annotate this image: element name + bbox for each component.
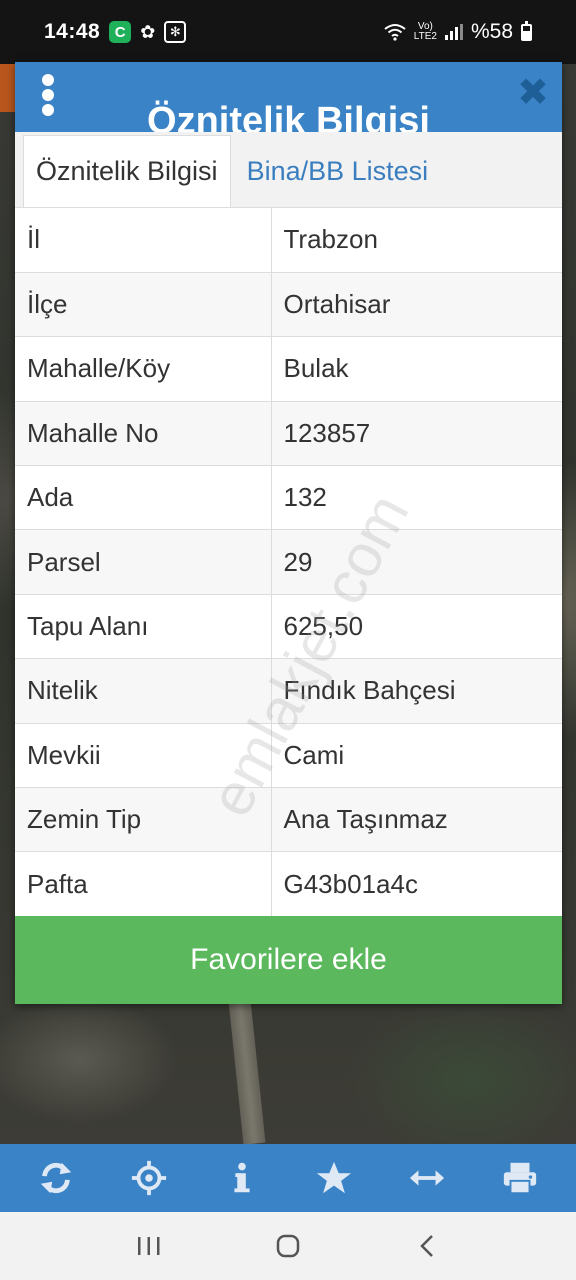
table-row: Mahalle No 123857 bbox=[15, 401, 562, 467]
attribute-key: Nitelik bbox=[15, 658, 272, 724]
info-icon bbox=[234, 1162, 250, 1193]
attribute-value: Trabzon bbox=[271, 208, 562, 273]
attribute-key: Mevkii bbox=[15, 723, 272, 789]
table-row: İlçe Ortahisar bbox=[15, 272, 562, 338]
back-button[interactable] bbox=[407, 1226, 447, 1266]
attribute-value: 29 bbox=[271, 529, 562, 595]
grid-notification-icon: ✻ bbox=[164, 21, 187, 43]
status-time: 14:48 bbox=[44, 20, 101, 43]
status-right: Vo) LTE2 %58 bbox=[384, 20, 532, 44]
app-notification-icon: C bbox=[109, 21, 132, 43]
dialog-title: Öznitelik Bilgisi bbox=[147, 100, 430, 132]
table-row: Pafta G43b01a4c bbox=[15, 851, 562, 917]
table-row: Zemin Tip Ana Taşınmaz bbox=[15, 787, 562, 853]
attribute-key: Zemin Tip bbox=[15, 787, 272, 853]
star-icon bbox=[317, 1161, 352, 1194]
close-icon[interactable]: ✖ bbox=[516, 74, 550, 112]
home-button[interactable] bbox=[268, 1226, 308, 1266]
add-to-favorites-button[interactable]: Favorilere ekle bbox=[15, 916, 562, 1004]
attribute-value: Cami bbox=[271, 723, 562, 789]
attribute-value: 123857 bbox=[271, 401, 562, 467]
dialog-header: Öznitelik Bilgisi ✖ bbox=[15, 62, 562, 132]
table-row: Tapu Alanı 625,50 bbox=[15, 594, 562, 660]
attribute-value: Ana Taşınmaz bbox=[271, 787, 562, 853]
attribute-key: Ada bbox=[15, 465, 272, 531]
signal-icon bbox=[444, 24, 463, 40]
print-icon bbox=[503, 1162, 536, 1195]
table-row: Parsel 29 bbox=[15, 529, 562, 595]
attribute-value: G43b01a4c bbox=[271, 851, 562, 917]
attribute-value: Ortahisar bbox=[271, 272, 562, 338]
recent-apps-button[interactable] bbox=[129, 1226, 169, 1266]
recent-apps-icon bbox=[138, 1237, 160, 1255]
table-row: Mahalle/Köy Bulak bbox=[15, 336, 562, 402]
attribute-key: İl bbox=[15, 208, 272, 273]
horizontal-arrows-icon bbox=[409, 1170, 445, 1186]
table-row: İl Trabzon bbox=[15, 208, 562, 273]
network-label: Vo) LTE2 bbox=[414, 22, 437, 42]
bottom-toolbar bbox=[0, 1144, 576, 1212]
attribute-key: Tapu Alanı bbox=[15, 594, 272, 660]
back-chevron-icon bbox=[419, 1235, 433, 1257]
attribute-key: İlçe bbox=[15, 272, 272, 338]
print-button[interactable] bbox=[498, 1156, 542, 1200]
table-row: Ada 132 bbox=[15, 465, 562, 531]
tab-bar: Öznitelik Bilgisi Bina/BB Listesi bbox=[15, 132, 562, 208]
wifi-icon bbox=[384, 24, 406, 41]
attribute-key: Parsel bbox=[15, 529, 272, 595]
tab-building-list[interactable]: Bina/BB Listesi bbox=[231, 135, 441, 207]
favorites-button[interactable] bbox=[312, 1156, 356, 1200]
attribute-key: Mahalle No bbox=[15, 401, 272, 467]
refresh-icon bbox=[41, 1162, 72, 1194]
flower-notification-icon: ✿ bbox=[140, 21, 156, 42]
home-icon bbox=[276, 1234, 300, 1258]
network-label-bottom: LTE2 bbox=[413, 31, 437, 42]
battery-icon bbox=[521, 20, 532, 41]
attribute-key: Mahalle/Köy bbox=[15, 336, 272, 402]
attribute-info-dialog: Öznitelik Bilgisi ✖ Öznitelik Bilgisi Bi… bbox=[15, 62, 562, 1004]
measure-button[interactable] bbox=[405, 1156, 449, 1200]
table-row: Nitelik Fındık Bahçesi bbox=[15, 658, 562, 724]
attribute-value: 625,50 bbox=[271, 594, 562, 660]
attribute-value: 132 bbox=[271, 465, 562, 531]
attribute-table: İl Trabzon İlçe Ortahisar Mahalle/Köy Bu… bbox=[15, 208, 562, 917]
crosshair-icon bbox=[131, 1160, 167, 1196]
system-nav-bar bbox=[0, 1212, 576, 1280]
attribute-value: Fındık Bahçesi bbox=[271, 658, 562, 724]
attribute-key: Pafta bbox=[15, 851, 272, 917]
battery-percent: %58 bbox=[470, 20, 513, 43]
tab-attribute-info[interactable]: Öznitelik Bilgisi bbox=[23, 135, 231, 207]
table-row: Mevkii Cami bbox=[15, 723, 562, 789]
status-bar: 14:48 C ✿ ✻ Vo) LTE2 %58 bbox=[0, 0, 576, 64]
locate-button[interactable] bbox=[127, 1156, 171, 1200]
refresh-button[interactable] bbox=[34, 1156, 78, 1200]
info-button[interactable] bbox=[220, 1156, 264, 1200]
attribute-value: Bulak bbox=[271, 336, 562, 402]
